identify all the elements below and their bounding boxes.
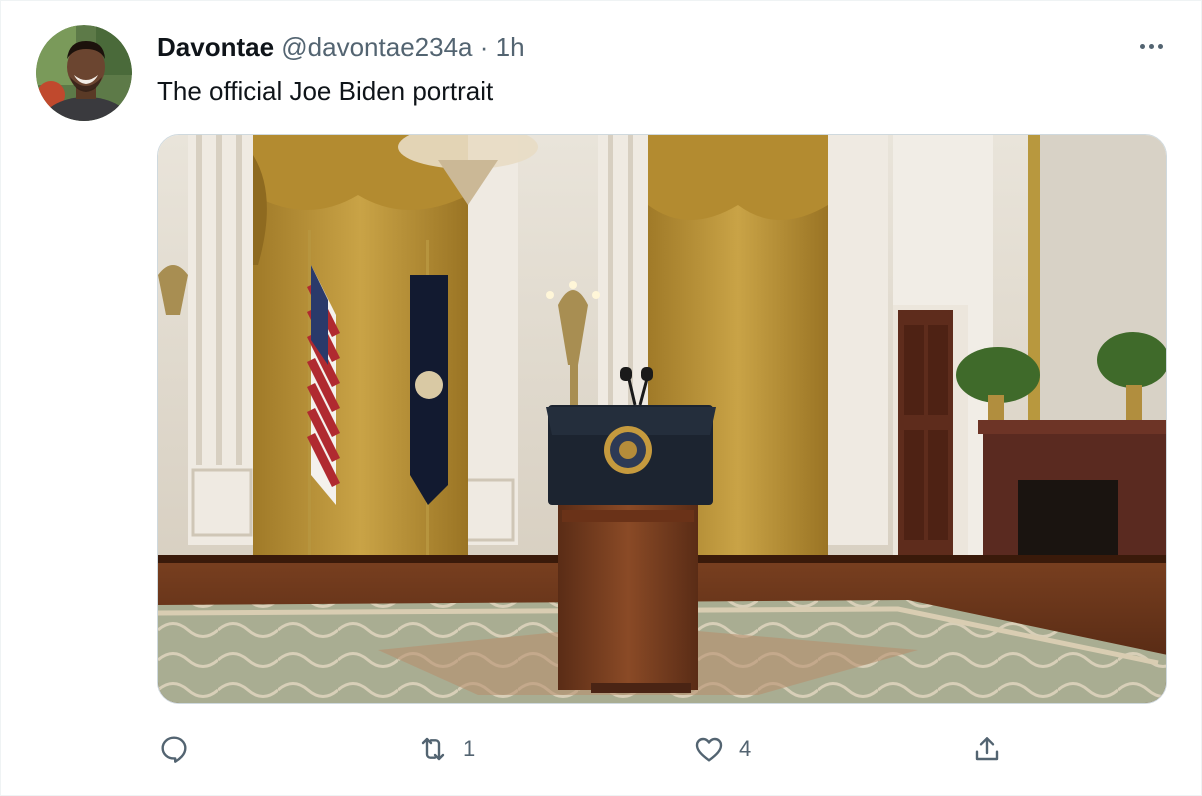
heart-icon bbox=[695, 737, 723, 762]
like-count: 4 bbox=[739, 736, 752, 761]
separator-dot: · bbox=[479, 32, 489, 62]
retweet-button[interactable]: 1 bbox=[417, 731, 475, 767]
reply-button[interactable] bbox=[158, 731, 204, 767]
author-handle[interactable]: @davontae234a bbox=[281, 32, 472, 62]
share-icon bbox=[975, 737, 999, 761]
more-options-button[interactable] bbox=[1131, 33, 1171, 59]
tweet-header: Davontae @davontae234a · 1h bbox=[157, 31, 525, 63]
avatar-image bbox=[36, 25, 132, 121]
retweet-count: 1 bbox=[463, 736, 476, 761]
share-button[interactable] bbox=[971, 731, 1017, 767]
tweet-text: The official Joe Biden portrait bbox=[157, 76, 494, 106]
like-button[interactable]: 4 bbox=[693, 731, 751, 767]
reply-icon bbox=[161, 736, 187, 763]
more-icon bbox=[1139, 43, 1145, 49]
avatar[interactable] bbox=[36, 25, 132, 121]
tweet-time[interactable]: 1h bbox=[496, 32, 525, 62]
photo-illustration bbox=[158, 135, 1166, 703]
author-name[interactable]: Davontae bbox=[157, 32, 274, 62]
tweet-card[interactable]: Davontae @davontae234a · 1h The official… bbox=[0, 0, 1202, 796]
tweet-photo[interactable] bbox=[157, 134, 1167, 704]
retweet-icon bbox=[421, 737, 445, 761]
